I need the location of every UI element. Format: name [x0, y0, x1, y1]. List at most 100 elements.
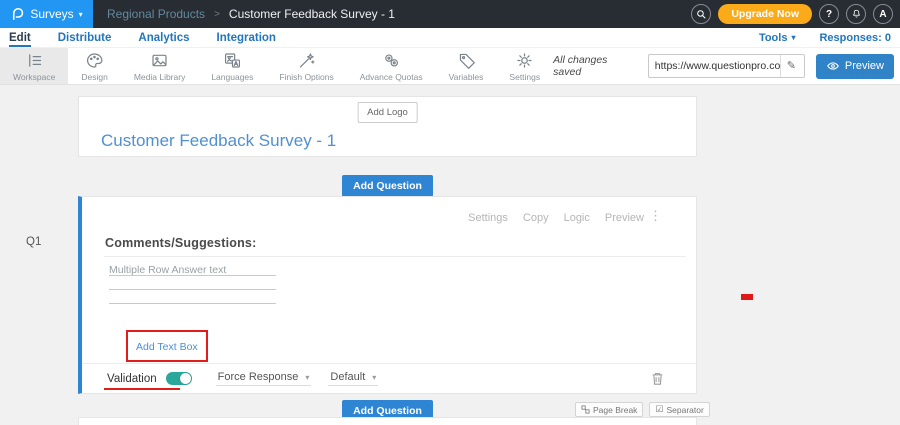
topbar-actions: Upgrade Now ? A	[691, 4, 900, 24]
add-logo-button[interactable]: Add Logo	[357, 102, 418, 123]
autosave-status: All changes saved	[553, 54, 637, 78]
toolbar-item-languages[interactable]: Languages	[198, 48, 266, 84]
question-divider	[104, 256, 686, 257]
default-label: Default	[330, 371, 365, 383]
caret-down-icon: ▾	[791, 33, 795, 42]
image-icon	[150, 51, 169, 70]
toolbar-item-design[interactable]: Design	[68, 48, 120, 84]
tag-icon	[457, 51, 476, 70]
top-bar: Surveys ▾ Regional Products > Customer F…	[0, 0, 900, 28]
breadcrumb-survey-name: Customer Feedback Survey - 1	[229, 7, 395, 21]
toolbar-item-label: Languages	[211, 72, 253, 82]
toggle-knob	[180, 373, 191, 384]
notifications-button[interactable]	[846, 4, 866, 24]
toolbar-item-finish-options[interactable]: Finish Options	[266, 48, 346, 84]
tab-integration[interactable]: Integration	[217, 28, 276, 47]
tab-analytics[interactable]: Analytics	[138, 28, 189, 47]
caret-down-icon: ▾	[372, 373, 376, 382]
checkbox-icon: ☑	[655, 405, 663, 414]
answer-row-3[interactable]	[109, 290, 276, 304]
toolbar-item-label: Advance Quotas	[360, 72, 423, 82]
avatar[interactable]: A	[873, 4, 893, 24]
toolbar-item-label: Media Library	[134, 72, 186, 82]
nav-tabs: Edit Distribute Analytics Integration	[9, 28, 276, 47]
default-validation-select[interactable]: Default ▾	[328, 371, 378, 386]
questionpro-logo-icon	[10, 6, 25, 22]
question-index-label: Q1	[26, 236, 41, 248]
palette-icon	[85, 51, 104, 70]
red-annotation-dash	[741, 294, 753, 300]
multirow-answer-area: Multiple Row Answer text	[109, 262, 276, 304]
force-response-label: Force Response	[218, 371, 299, 383]
search-icon	[696, 9, 707, 20]
upgrade-now-button[interactable]: Upgrade Now	[718, 4, 812, 24]
bell-icon	[851, 8, 862, 20]
page-break-label: Page Break	[593, 405, 637, 415]
edit-url-icon[interactable]: ✎	[780, 55, 802, 77]
page-break-button[interactable]: Page Break	[575, 402, 643, 417]
survey-title[interactable]: Customer Feedback Survey - 1	[101, 131, 336, 151]
force-response-select[interactable]: Force Response ▾	[216, 371, 312, 386]
separator-label: Separator	[667, 405, 704, 415]
breadcrumb: Regional Products > Customer Feedback Su…	[107, 7, 395, 21]
toolbar-item-workspace[interactable]: Workspace	[0, 48, 68, 84]
tab-edit[interactable]: Edit	[9, 28, 31, 47]
search-button[interactable]	[691, 4, 711, 24]
trash-icon	[651, 371, 664, 386]
answer-row-1[interactable]: Multiple Row Answer text	[109, 262, 276, 276]
responses-count[interactable]: Responses: 0	[819, 32, 891, 44]
add-question-row-top: Add Question	[78, 175, 697, 197]
question-copy-button[interactable]: Copy	[523, 212, 549, 224]
links-icon	[382, 51, 401, 70]
toolbar-item-variables[interactable]: Variables	[436, 48, 497, 84]
question-preview-button[interactable]: Preview	[605, 212, 644, 224]
toolbar-item-advance-quotas[interactable]: Advance Quotas	[347, 48, 436, 84]
survey-header-card: Add Logo Customer Feedback Survey - 1	[78, 96, 697, 157]
toolbar-item-label: Finish Options	[279, 72, 333, 82]
toolbar-item-label: Settings	[509, 72, 540, 82]
validation-annotation-underline	[104, 388, 180, 390]
add-text-box-link[interactable]: Add Text Box	[136, 341, 198, 353]
breadcrumb-folder[interactable]: Regional Products	[107, 7, 205, 21]
tab-distribute[interactable]: Distribute	[58, 28, 112, 47]
survey-url-box: ✎	[648, 54, 805, 78]
toolbar-right: All changes saved ✎ Preview	[553, 48, 900, 84]
main-nav: Edit Distribute Analytics Integration To…	[0, 28, 900, 47]
question-card: Settings Copy Logic Preview ⋮ Comments/S…	[78, 196, 697, 394]
question-settings-button[interactable]: Settings	[468, 212, 508, 224]
product-name: Surveys	[30, 7, 73, 21]
delete-question-button[interactable]	[651, 371, 664, 386]
question-text[interactable]: Comments/Suggestions:	[105, 236, 256, 250]
add-question-button-top[interactable]: Add Question	[342, 175, 433, 197]
survey-editor-screen: Surveys ▾ Regional Products > Customer F…	[0, 0, 900, 425]
answer-row-2[interactable]	[109, 276, 276, 290]
toolbar-item-settings[interactable]: Settings	[496, 48, 553, 84]
toolbar-item-label: Variables	[449, 72, 484, 82]
toolbar-item-label: Workspace	[13, 72, 55, 82]
toolbar-item-media-library[interactable]: Media Library	[121, 48, 199, 84]
magic-wand-icon	[297, 51, 316, 70]
page-break-icon	[581, 405, 590, 414]
preview-button[interactable]: Preview	[816, 54, 894, 79]
editor-toolbar: Workspace Design Media Library Languages…	[0, 47, 900, 85]
translate-icon	[223, 51, 242, 70]
eye-icon	[826, 60, 840, 72]
validation-toggle[interactable]	[166, 372, 192, 385]
tools-menu[interactable]: Tools ▾	[759, 32, 796, 44]
workspace-icon	[25, 51, 44, 70]
tools-label: Tools	[759, 32, 788, 44]
survey-url-input[interactable]	[649, 60, 780, 72]
next-section-card	[78, 417, 697, 425]
nav-right: Tools ▾ Responses: 0	[759, 32, 891, 44]
question-more-menu-icon[interactable]: ⋮	[649, 209, 662, 222]
help-button[interactable]: ?	[819, 4, 839, 24]
caret-down-icon: ▾	[305, 373, 309, 382]
gear-icon	[515, 51, 534, 70]
add-text-box-annotation: Add Text Box	[126, 330, 208, 362]
product-switcher[interactable]: Surveys ▾	[0, 0, 93, 28]
question-logic-button[interactable]: Logic	[564, 212, 590, 224]
question-actions: Settings Copy Logic Preview	[468, 212, 644, 224]
breadcrumb-separator-icon: >	[214, 9, 220, 20]
chevron-down-icon: ▾	[79, 10, 83, 19]
separator-button[interactable]: ☑ Separator	[649, 402, 709, 417]
